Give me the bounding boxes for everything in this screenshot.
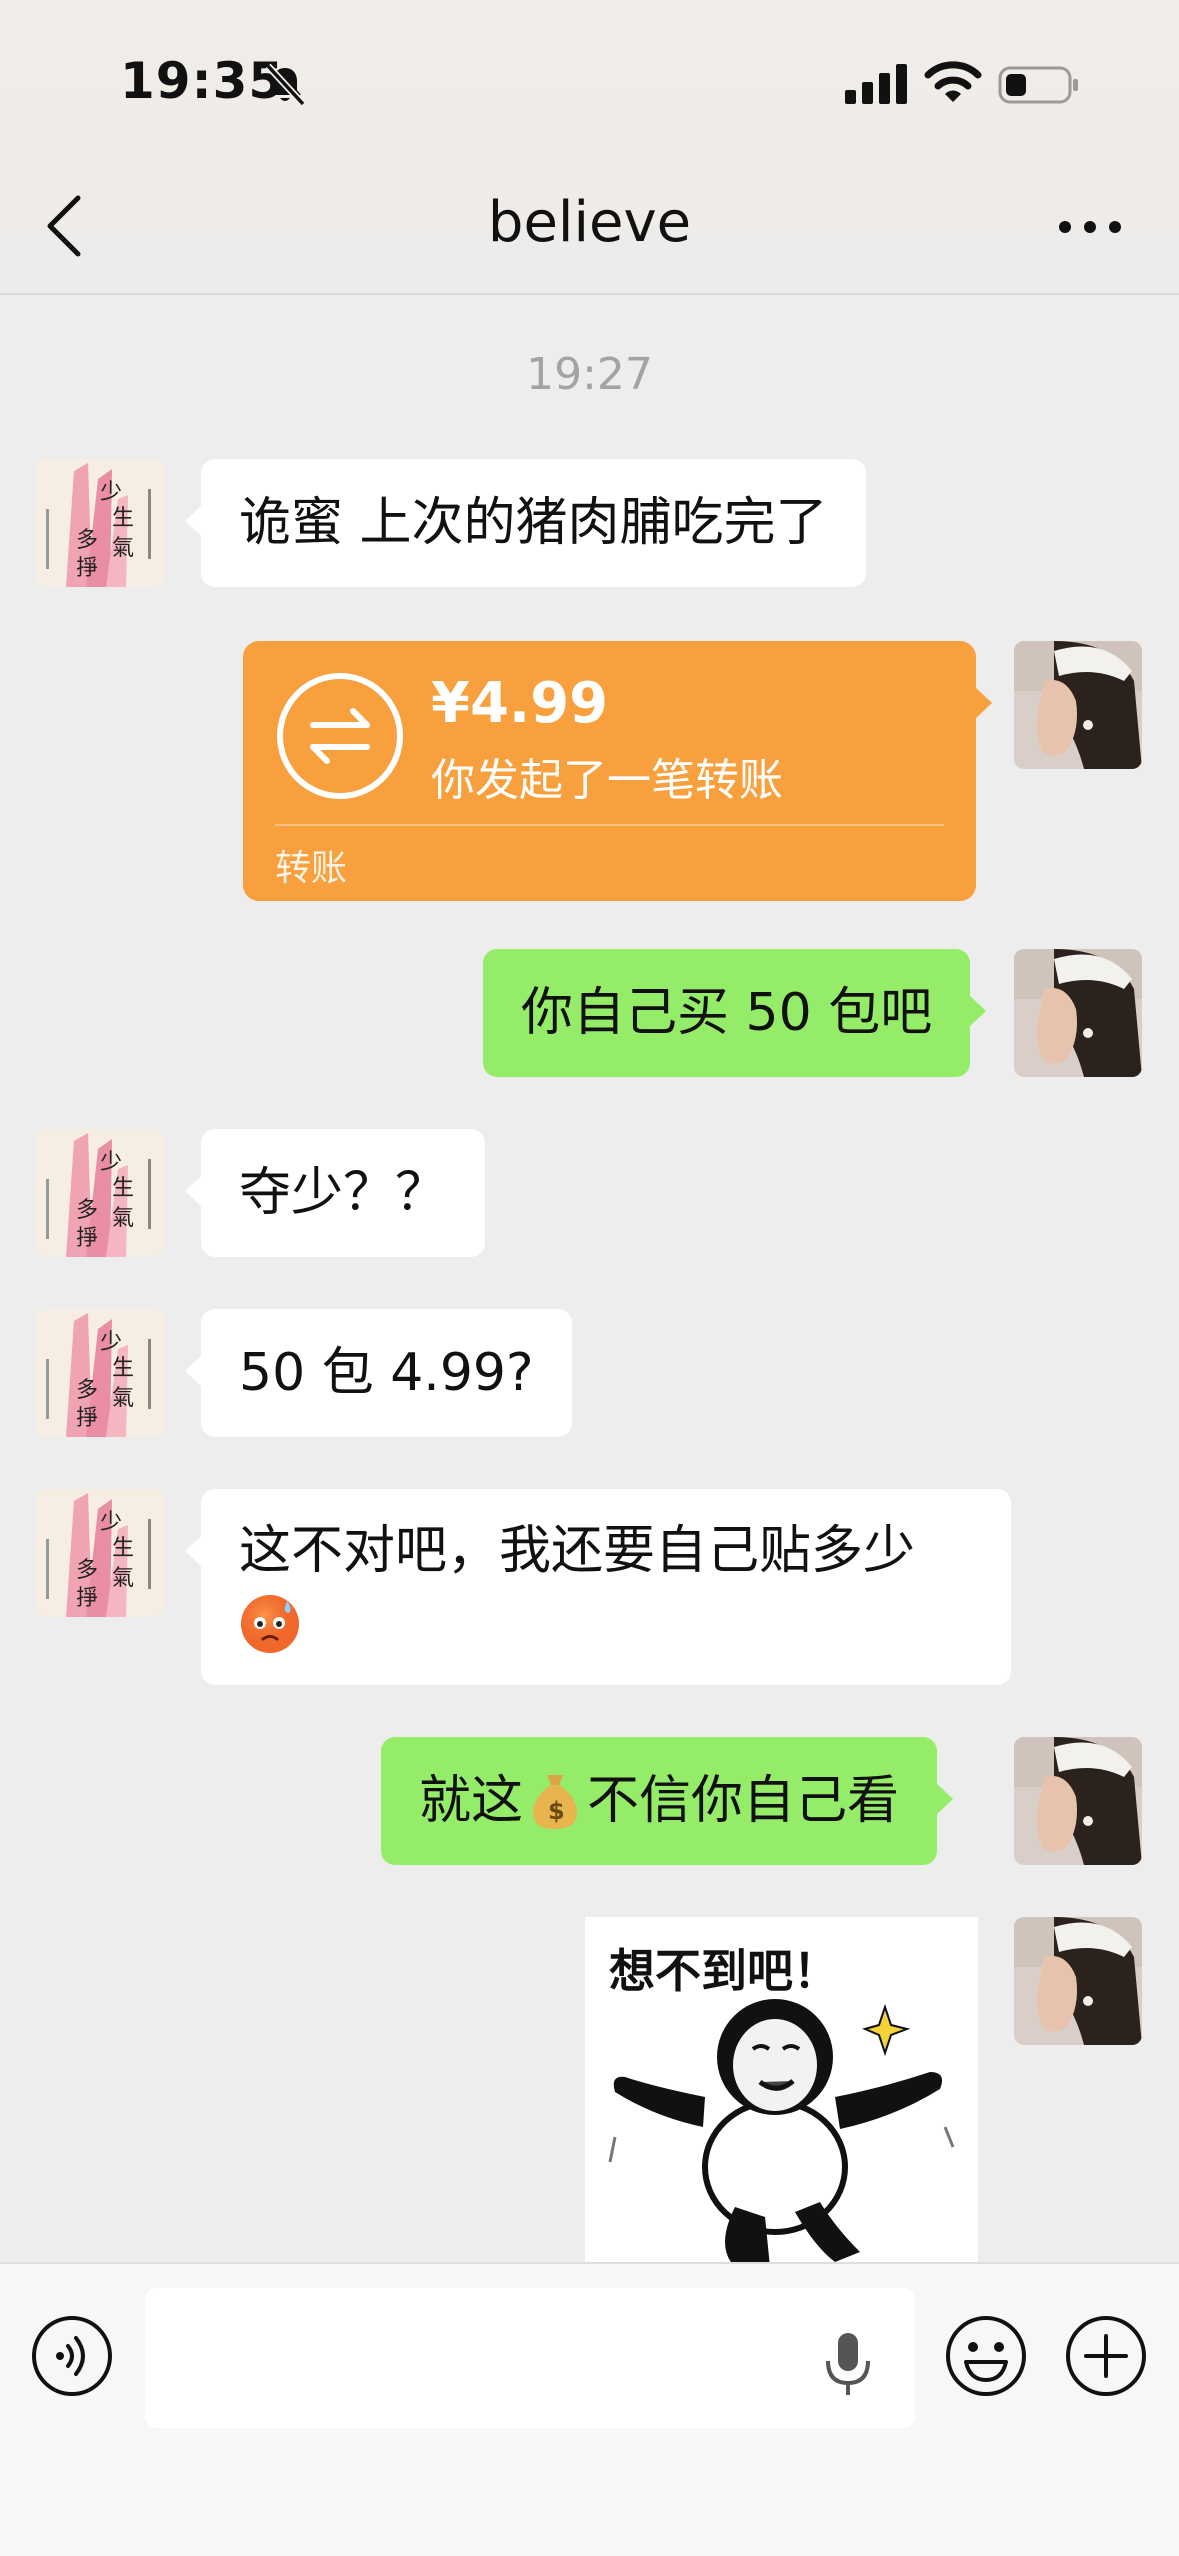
my-avatar[interactable]	[1014, 1737, 1142, 1865]
battery-icon	[998, 66, 1078, 104]
svg-text:生: 生	[112, 1356, 134, 1381]
svg-text:掙: 掙	[76, 1586, 98, 1611]
message-bubble-sent[interactable]: 你自己买 50 包吧	[483, 949, 987, 1077]
message-text-part: 不信你自己看	[587, 1771, 900, 1831]
svg-text:多: 多	[76, 1378, 98, 1403]
chat-title: believe	[487, 190, 692, 255]
panda-sticker-drawing	[608, 1999, 955, 2262]
top-bar: 19:35 believe	[0, 0, 1179, 295]
message-timestamp: 19:27	[526, 349, 653, 400]
svg-text:少: 少	[100, 1150, 122, 1175]
transfer-description: 你发起了一笔转账	[431, 755, 783, 806]
transfer-amount: ¥4.99	[431, 671, 609, 736]
message-bubble-received[interactable]: 诡蜜 上次的猪肉脯吃完了	[185, 459, 866, 587]
microphone-icon[interactable]	[820, 2329, 876, 2399]
input-bar	[0, 2262, 1179, 2556]
transfer-icon	[277, 673, 403, 799]
message-list[interactable]: 19:27 少 生 多 氣 掙 诡蜜 上次的猪肉脯吃完了 ¥4.99 你发起了一…	[0, 297, 1179, 2262]
emoji-icon[interactable]	[944, 2314, 1028, 2398]
svg-text:少: 少	[100, 1330, 122, 1355]
plus-icon[interactable]	[1064, 2314, 1148, 2398]
svg-text:氣: 氣	[112, 1206, 134, 1231]
message-bubble-sent[interactable]: 就这 $ 不信你自己看	[381, 1737, 954, 1865]
svg-text:$: $	[548, 1797, 565, 1825]
money-bag-emoji-icon: $	[533, 1775, 578, 1829]
message-bubble-received[interactable]: 夺少？？	[184, 1129, 486, 1257]
more-dots-icon[interactable]	[1055, 212, 1125, 242]
message-input[interactable]	[145, 2288, 915, 2428]
message-text: 这不对吧，我还要自己贴多少	[239, 1521, 916, 1581]
contact-avatar[interactable]: 少 生 多 氣 掙	[36, 1129, 164, 1257]
svg-text:氣: 氣	[112, 1386, 134, 1411]
svg-text:生: 生	[112, 506, 134, 531]
contact-avatar[interactable]: 少 生 多 氣 掙	[36, 1309, 164, 1437]
message-text: 你自己买 50 包吧	[521, 983, 933, 1043]
svg-text:氣: 氣	[112, 1566, 134, 1591]
svg-text:掙: 掙	[76, 1406, 98, 1431]
svg-text:多: 多	[76, 1558, 98, 1583]
message-text: 50 包 4.99?	[239, 1343, 534, 1403]
svg-text:氣: 氣	[112, 536, 134, 561]
contact-avatar[interactable]: 少 生 多 氣 掙	[36, 459, 164, 587]
my-avatar[interactable]	[1014, 641, 1142, 769]
wifi-icon	[924, 61, 982, 102]
my-avatar[interactable]	[1014, 949, 1142, 1077]
message-bubble-received[interactable]: 这不对吧，我还要自己贴多少	[185, 1489, 1011, 1685]
silent-bell-icon	[265, 63, 306, 107]
message-bubble-received[interactable]: 50 包 4.99?	[185, 1309, 572, 1437]
message-text: 诡蜜 上次的猪肉脯吃完了	[239, 493, 828, 553]
svg-text:生: 生	[112, 1536, 134, 1561]
transfer-label: 转账	[275, 848, 348, 889]
svg-text:少: 少	[100, 1510, 122, 1535]
svg-text:掙: 掙	[76, 556, 98, 581]
sticker-image[interactable]: 想不到吧！	[585, 1917, 978, 2262]
svg-text:少: 少	[100, 480, 122, 505]
transfer-card[interactable]: ¥4.99 你发起了一笔转账 转账	[243, 641, 992, 901]
svg-text:掙: 掙	[76, 1226, 98, 1251]
svg-text:多: 多	[76, 528, 98, 553]
svg-text:生: 生	[112, 1176, 134, 1201]
message-text: 夺少？？	[239, 1163, 448, 1223]
svg-text:多: 多	[76, 1198, 98, 1223]
contact-avatar[interactable]: 少 生 多 氣 掙	[36, 1489, 164, 1617]
chat-screen: 19:35 believe 19:27 少 生 多 氣 掙 诡蜜 上次的猪肉脯吃…	[0, 0, 1179, 2556]
signal-icon	[845, 64, 907, 104]
status-time: 19:35	[120, 52, 285, 110]
message-text-part: 就这	[419, 1771, 524, 1831]
my-avatar[interactable]	[1014, 1917, 1142, 2045]
sweating-face-emoji-icon	[241, 1595, 299, 1653]
transfer-divider	[275, 824, 944, 826]
voice-icon[interactable]	[30, 2314, 114, 2398]
